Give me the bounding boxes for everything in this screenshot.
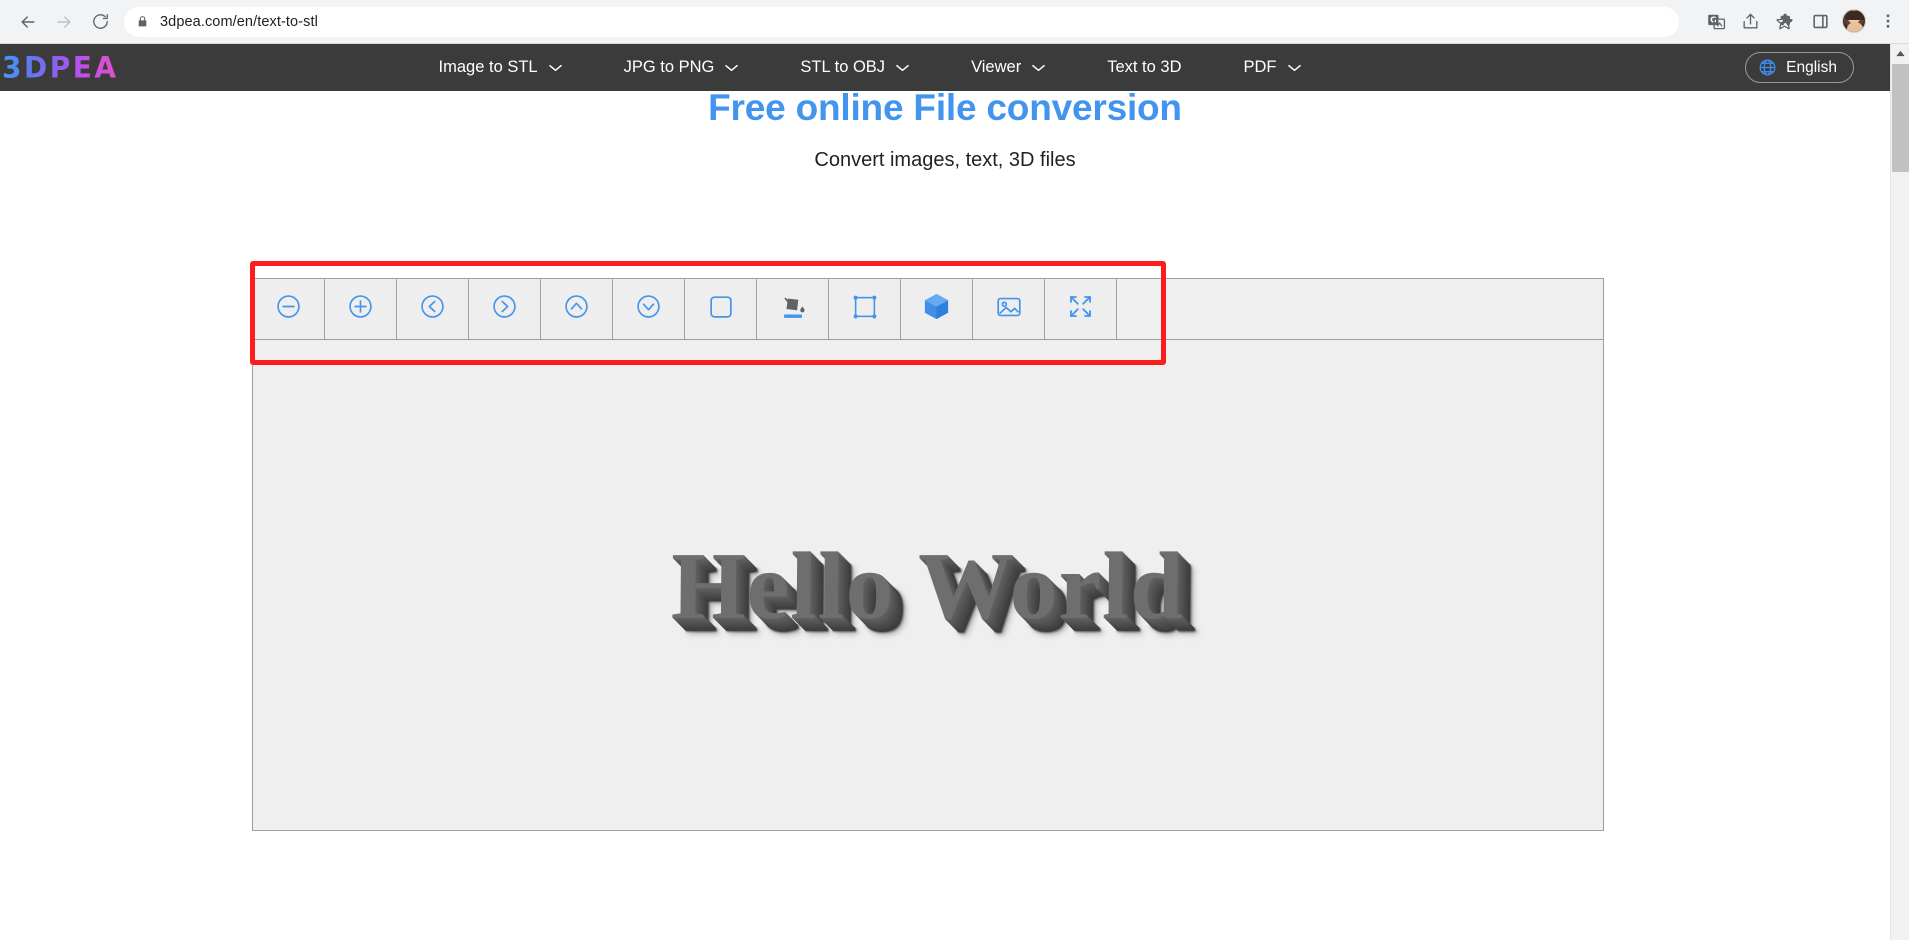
browser-right-actions bbox=[1769, 4, 1905, 38]
extensions-puzzle-icon[interactable] bbox=[1769, 4, 1803, 38]
cube-3d-button[interactable] bbox=[901, 279, 973, 339]
nav-item-pdf[interactable]: PDF bbox=[1244, 58, 1301, 77]
fullscreen-button[interactable] bbox=[1045, 279, 1117, 339]
nav-label: Text to 3D bbox=[1107, 58, 1182, 76]
language-label: English bbox=[1786, 58, 1837, 76]
chevron-down-icon bbox=[725, 64, 739, 72]
url-text: 3dpea.com/en/text-to-stl bbox=[160, 13, 318, 30]
move-up-button[interactable] bbox=[541, 279, 613, 339]
nav-item-jpg-to-png[interactable]: JPG to PNG bbox=[624, 58, 739, 77]
chevron-down-icon bbox=[896, 64, 909, 72]
site-header: 3DPEA Image to STL JPG to PNG STL to OBJ… bbox=[0, 44, 1890, 91]
nav-label: Image to STL bbox=[438, 58, 538, 76]
profile-avatar[interactable] bbox=[1837, 4, 1871, 38]
image-button[interactable] bbox=[973, 279, 1045, 339]
chrome-menu-icon[interactable] bbox=[1871, 4, 1905, 38]
nav-item-stl-to-obj[interactable]: STL to OBJ bbox=[800, 58, 909, 77]
nav-label: Viewer bbox=[971, 58, 1022, 76]
move-left-button[interactable] bbox=[397, 279, 469, 339]
chevron-down-icon bbox=[1287, 64, 1301, 72]
cube-3d-icon bbox=[921, 291, 952, 327]
zoom-out-icon bbox=[274, 292, 303, 326]
move-down-icon bbox=[634, 292, 663, 326]
chevron-down-icon bbox=[548, 64, 562, 72]
translate-icon[interactable]: G bbox=[1699, 4, 1733, 38]
paint-bucket-button[interactable] bbox=[757, 279, 829, 339]
nav-label: JPG to PNG bbox=[623, 58, 715, 76]
page-subtitle: Convert images, text, 3D files bbox=[814, 149, 1076, 171]
share-icon[interactable] bbox=[1733, 4, 1767, 38]
preview-canvas[interactable]: Hello World bbox=[253, 340, 1603, 830]
move-right-icon bbox=[490, 292, 519, 326]
editor-panel: Hello World bbox=[252, 278, 1604, 831]
move-right-button[interactable] bbox=[469, 279, 541, 339]
square-shape-icon bbox=[706, 292, 736, 327]
zoom-in-icon bbox=[346, 292, 375, 326]
chevron-down-icon bbox=[1032, 64, 1046, 72]
reload-button[interactable] bbox=[82, 4, 118, 40]
address-bar[interactable]: 3dpea.com/en/text-to-stl bbox=[124, 6, 1679, 37]
nav-item-viewer[interactable]: Viewer bbox=[971, 58, 1046, 77]
page-scrollbar[interactable] bbox=[1890, 44, 1909, 940]
lock-icon bbox=[136, 14, 149, 29]
nav-item-text-to-3d[interactable]: Text to 3D bbox=[1107, 58, 1181, 77]
toolbar-empty-space bbox=[1117, 279, 1603, 339]
svg-text:G: G bbox=[1710, 15, 1717, 24]
transform-frame-icon bbox=[850, 292, 880, 327]
square-shape-button[interactable] bbox=[685, 279, 757, 339]
language-selector[interactable]: English bbox=[1745, 52, 1854, 83]
browser-toolbar: 3dpea.com/en/text-to-stl G bbox=[0, 0, 1909, 43]
move-left-icon bbox=[418, 292, 447, 326]
avatar bbox=[1842, 9, 1866, 33]
globe-icon bbox=[1758, 58, 1777, 77]
side-panel-icon[interactable] bbox=[1803, 4, 1837, 38]
scrollbar-thumb[interactable] bbox=[1892, 64, 1909, 172]
transform-frame-button[interactable] bbox=[829, 279, 901, 339]
move-down-button[interactable] bbox=[613, 279, 685, 339]
image-icon bbox=[994, 292, 1024, 327]
editor-toolbar bbox=[253, 279, 1603, 340]
back-button[interactable] bbox=[10, 4, 46, 40]
nav-label: STL to OBJ bbox=[800, 58, 886, 76]
zoom-out-button[interactable] bbox=[253, 279, 325, 339]
fullscreen-icon bbox=[1066, 292, 1095, 326]
zoom-in-button[interactable] bbox=[325, 279, 397, 339]
main-navigation: Image to STL JPG to PNG STL to OBJ Viewe… bbox=[439, 58, 1363, 77]
move-up-icon bbox=[562, 292, 591, 326]
canvas-3d-text: Hello World bbox=[670, 531, 1186, 639]
nav-label: PDF bbox=[1243, 58, 1277, 76]
paint-bucket-icon bbox=[778, 292, 808, 327]
site-logo[interactable]: 3DPEA bbox=[0, 50, 119, 85]
nav-item-image-to-stl[interactable]: Image to STL bbox=[439, 58, 562, 77]
forward-button[interactable] bbox=[46, 4, 82, 40]
scrollbar-up-arrow-icon[interactable] bbox=[1891, 44, 1909, 63]
page-title: Free online File conversion bbox=[708, 87, 1182, 128]
